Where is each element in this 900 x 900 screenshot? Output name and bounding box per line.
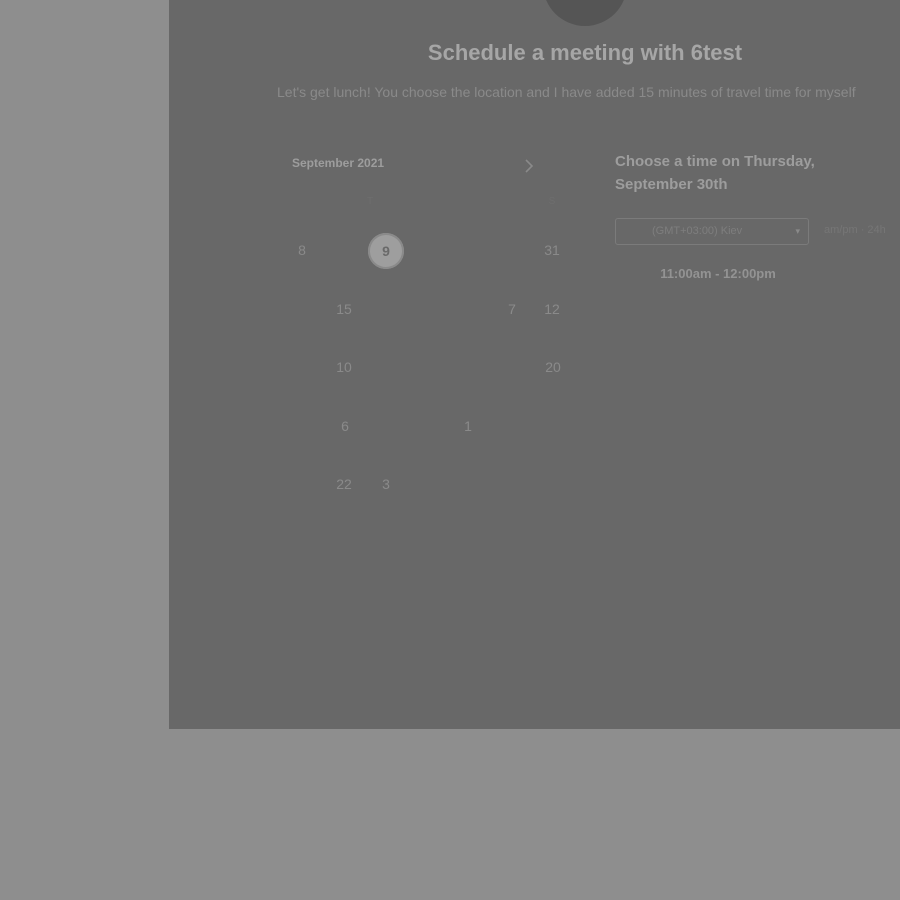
calendar-day[interactable]: 31: [534, 232, 570, 268]
chevron-right-icon: [525, 159, 534, 173]
event-description: Let's get lunch! You choose the location…: [277, 84, 856, 100]
time-slot-button[interactable]: 11:00am - 12:00pm: [615, 261, 821, 287]
page-title: Schedule a meeting with 6test: [427, 40, 743, 65]
calendar-day[interactable]: 12: [534, 291, 570, 327]
next-month-button[interactable]: [519, 156, 539, 176]
caret-down-icon: ▾: [795, 226, 800, 236]
timezone-select[interactable]: (GMT+03:00) Kiev ▾: [615, 218, 809, 245]
calendar-day[interactable]: 8: [284, 232, 320, 268]
calendar-day[interactable]: 15: [326, 291, 362, 327]
format-separator: ·: [860, 224, 865, 236]
calendar-day[interactable]: 20: [535, 349, 571, 385]
calendar-day[interactable]: 7: [494, 291, 530, 327]
calendar-day[interactable]: 6: [327, 408, 363, 444]
timezone-value: (GMT+03:00) Kiev: [652, 225, 743, 237]
weekday-header: T: [366, 196, 374, 207]
format-ampm-option[interactable]: am/pm: [824, 224, 858, 236]
calendar-day-selected[interactable]: 9: [368, 233, 404, 269]
calendar-day[interactable]: 3: [368, 466, 404, 502]
time-format-toggle: am/pm · 24h: [824, 224, 886, 236]
calendar-day[interactable]: 10: [326, 349, 362, 385]
calendar-day[interactable]: 1: [450, 408, 486, 444]
calendar-day[interactable]: 22: [326, 466, 362, 502]
time-picker-heading: Choose a time on Thursday, September 30t…: [615, 153, 815, 193]
host-avatar: [543, 0, 627, 26]
weekday-header: S: [548, 196, 556, 207]
calendar-month-label: September 2021: [292, 156, 385, 170]
format-24h-option[interactable]: 24h: [867, 224, 885, 236]
booking-panel: Schedule a meeting with 6test Let's get …: [169, 0, 900, 729]
